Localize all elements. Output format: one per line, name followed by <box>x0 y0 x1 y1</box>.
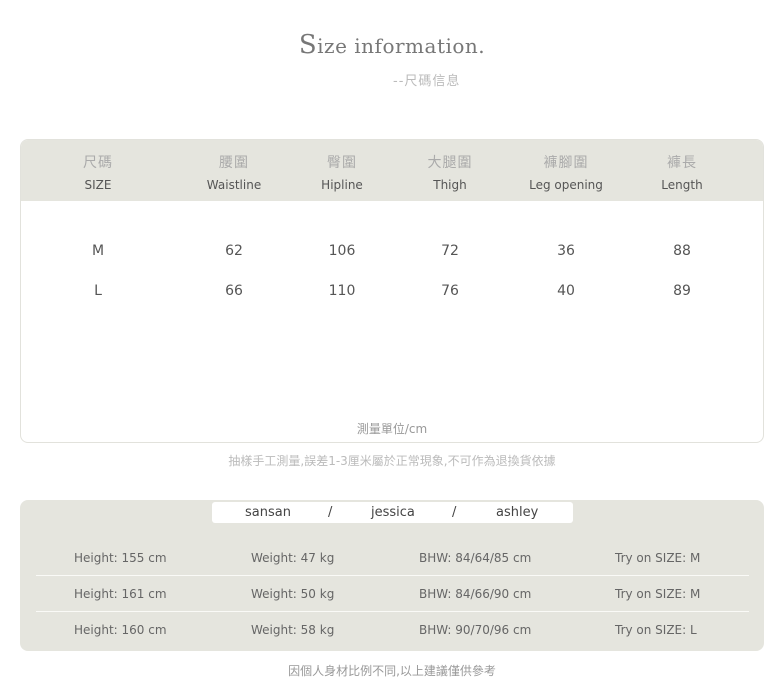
measurement-note: 抽樣手工測量,誤差1-3厘米屬於正常現象,不可作為退換貨依據 <box>228 454 556 468</box>
model-names-bar: sansan / jessica / ashley <box>212 502 573 523</box>
page-title: Size information. <box>0 30 784 60</box>
col-thigh-cn: 大腿圍 <box>427 155 473 171</box>
row-m-length: 88 <box>673 243 691 259</box>
col-size-en: SIZE <box>84 178 112 192</box>
model-try-size: Try on SIZE: L <box>615 623 697 637</box>
model-row: Height: 160 cm Weight: 58 kg BHW: 90/70/… <box>36 612 749 648</box>
model-bhw: BHW: 90/70/96 cm <box>419 623 532 637</box>
col-hip-en: Hipline <box>321 178 363 192</box>
row-l-hip: 110 <box>328 283 356 299</box>
model-bhw: BHW: 84/66/90 cm <box>419 587 532 601</box>
model-weight: Weight: 47 kg <box>251 551 335 565</box>
row-m-hip: 106 <box>328 243 356 259</box>
model-height: Height: 155 cm <box>74 551 167 565</box>
row-l-leg: 40 <box>557 283 575 299</box>
model-try-size: Try on SIZE: M <box>615 587 701 601</box>
title-rest: ize information. <box>317 34 486 58</box>
page-subtitle: --尺碼信息 <box>393 74 461 89</box>
model-height: Height: 161 cm <box>74 587 167 601</box>
row-m-thigh: 72 <box>441 243 459 259</box>
model-name-sansan: sansan <box>245 505 291 520</box>
measurement-unit: 測量單位/cm <box>356 422 428 436</box>
row-m-leg: 36 <box>557 243 575 259</box>
col-leg-en: Leg opening <box>529 178 603 192</box>
row-l-size: L <box>94 283 102 299</box>
model-weight: Weight: 50 kg <box>251 587 335 601</box>
model-name-jessica: jessica <box>371 505 415 520</box>
col-thigh-en: Thigh <box>433 178 467 192</box>
size-table-header: 尺碼 SIZE 腰圍 Waistline 臀圍 Hipline 大腿圍 Thig… <box>21 140 763 201</box>
col-length-cn: 褲長 <box>667 155 697 171</box>
col-hip-cn: 臀圍 <box>327 155 357 171</box>
name-separator: / <box>328 505 333 520</box>
col-size-cn: 尺碼 <box>83 155 113 171</box>
model-weight: Weight: 58 kg <box>251 623 335 637</box>
model-try-size: Try on SIZE: M <box>615 551 701 565</box>
row-l-length: 89 <box>673 283 691 299</box>
model-info-box: sansan / jessica / ashley Height: 155 cm… <box>20 500 764 651</box>
col-length-en: Length <box>661 178 703 192</box>
col-waist-en: Waistline <box>206 178 262 192</box>
model-bhw: BHW: 84/64/85 cm <box>419 551 532 565</box>
model-row: Height: 155 cm Weight: 47 kg BHW: 84/64/… <box>36 540 749 576</box>
name-separator: / <box>452 505 457 520</box>
col-waist-cn: 腰圍 <box>219 155 249 171</box>
title-initial: S <box>298 30 318 60</box>
row-l-thigh: 76 <box>441 283 459 299</box>
model-row: Height: 161 cm Weight: 50 kg BHW: 84/66/… <box>36 576 749 612</box>
row-l-waist: 66 <box>225 283 243 299</box>
col-leg-cn: 褲腳圍 <box>543 155 589 171</box>
fit-reference-note: 因個人身材比例不同,以上建議僅供參考 <box>288 664 496 678</box>
model-height: Height: 160 cm <box>74 623 167 637</box>
size-table: 尺碼 SIZE 腰圍 Waistline 臀圍 Hipline 大腿圍 Thig… <box>20 139 764 443</box>
row-m-size: M <box>91 243 105 259</box>
row-m-waist: 62 <box>225 243 243 259</box>
model-name-ashley: ashley <box>496 505 539 520</box>
